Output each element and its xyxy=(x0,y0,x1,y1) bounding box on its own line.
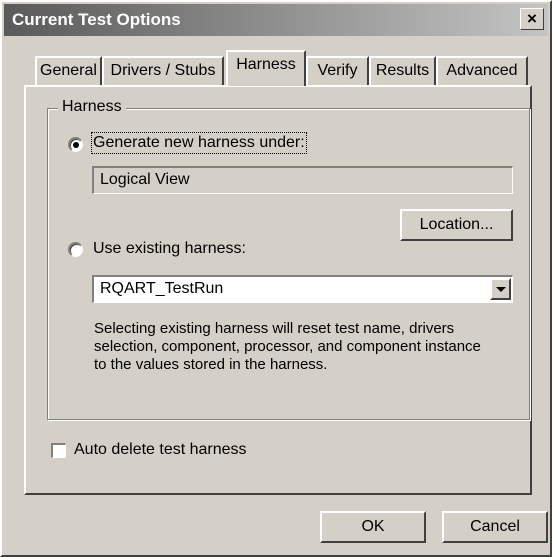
title-bar[interactable]: Current Test Options × xyxy=(4,4,548,36)
location-field: Logical View xyxy=(92,166,513,194)
tab-label: Harness xyxy=(236,56,296,73)
generate-new-harness-radio[interactable] xyxy=(68,137,83,152)
tab-label: Drivers / Stubs xyxy=(110,62,216,79)
chevron-down-icon xyxy=(496,287,506,292)
use-existing-harness-label[interactable]: Use existing harness: xyxy=(93,240,246,258)
close-button[interactable]: × xyxy=(520,8,544,30)
tab-drivers-stubs[interactable]: Drivers / Stubs xyxy=(102,56,224,86)
cancel-button-label: Cancel xyxy=(470,518,520,535)
dialog-window: Current Test Options × General Drivers /… xyxy=(0,0,552,557)
cancel-button[interactable]: Cancel xyxy=(442,511,548,543)
close-icon: × xyxy=(527,9,537,28)
ok-button-label: OK xyxy=(361,518,385,535)
tab-label: Advanced xyxy=(446,62,518,79)
tab-results[interactable]: Results xyxy=(369,56,436,86)
use-existing-harness-radio[interactable] xyxy=(68,242,83,257)
existing-harness-value: RQART_TestRun xyxy=(100,280,224,297)
location-button-label: Location... xyxy=(419,216,494,233)
location-value: Logical View xyxy=(100,171,190,188)
tab-general[interactable]: General xyxy=(35,56,102,86)
dropdown-button[interactable] xyxy=(490,278,511,300)
radio-selected-dot xyxy=(73,142,79,148)
ok-button[interactable]: OK xyxy=(320,511,426,543)
generate-new-harness-label[interactable]: Generate new harness under: xyxy=(91,132,307,154)
auto-delete-label[interactable]: Auto delete test harness xyxy=(74,441,247,459)
existing-harness-description: Selecting existing harness will reset te… xyxy=(94,320,481,373)
location-button[interactable]: Location... xyxy=(400,209,513,241)
tab-label: Verify xyxy=(317,62,358,79)
auto-delete-checkbox[interactable] xyxy=(51,443,66,458)
tab-advanced[interactable]: Advanced xyxy=(436,56,528,86)
tab-label: General xyxy=(40,62,97,79)
existing-harness-select[interactable]: RQART_TestRun xyxy=(92,275,513,303)
tab-label: Results xyxy=(375,62,430,79)
tab-verify[interactable]: Verify xyxy=(306,56,369,86)
window-title: Current Test Options xyxy=(12,10,181,29)
harness-group-label: Harness xyxy=(58,98,126,116)
tab-harness[interactable]: Harness xyxy=(226,50,306,86)
